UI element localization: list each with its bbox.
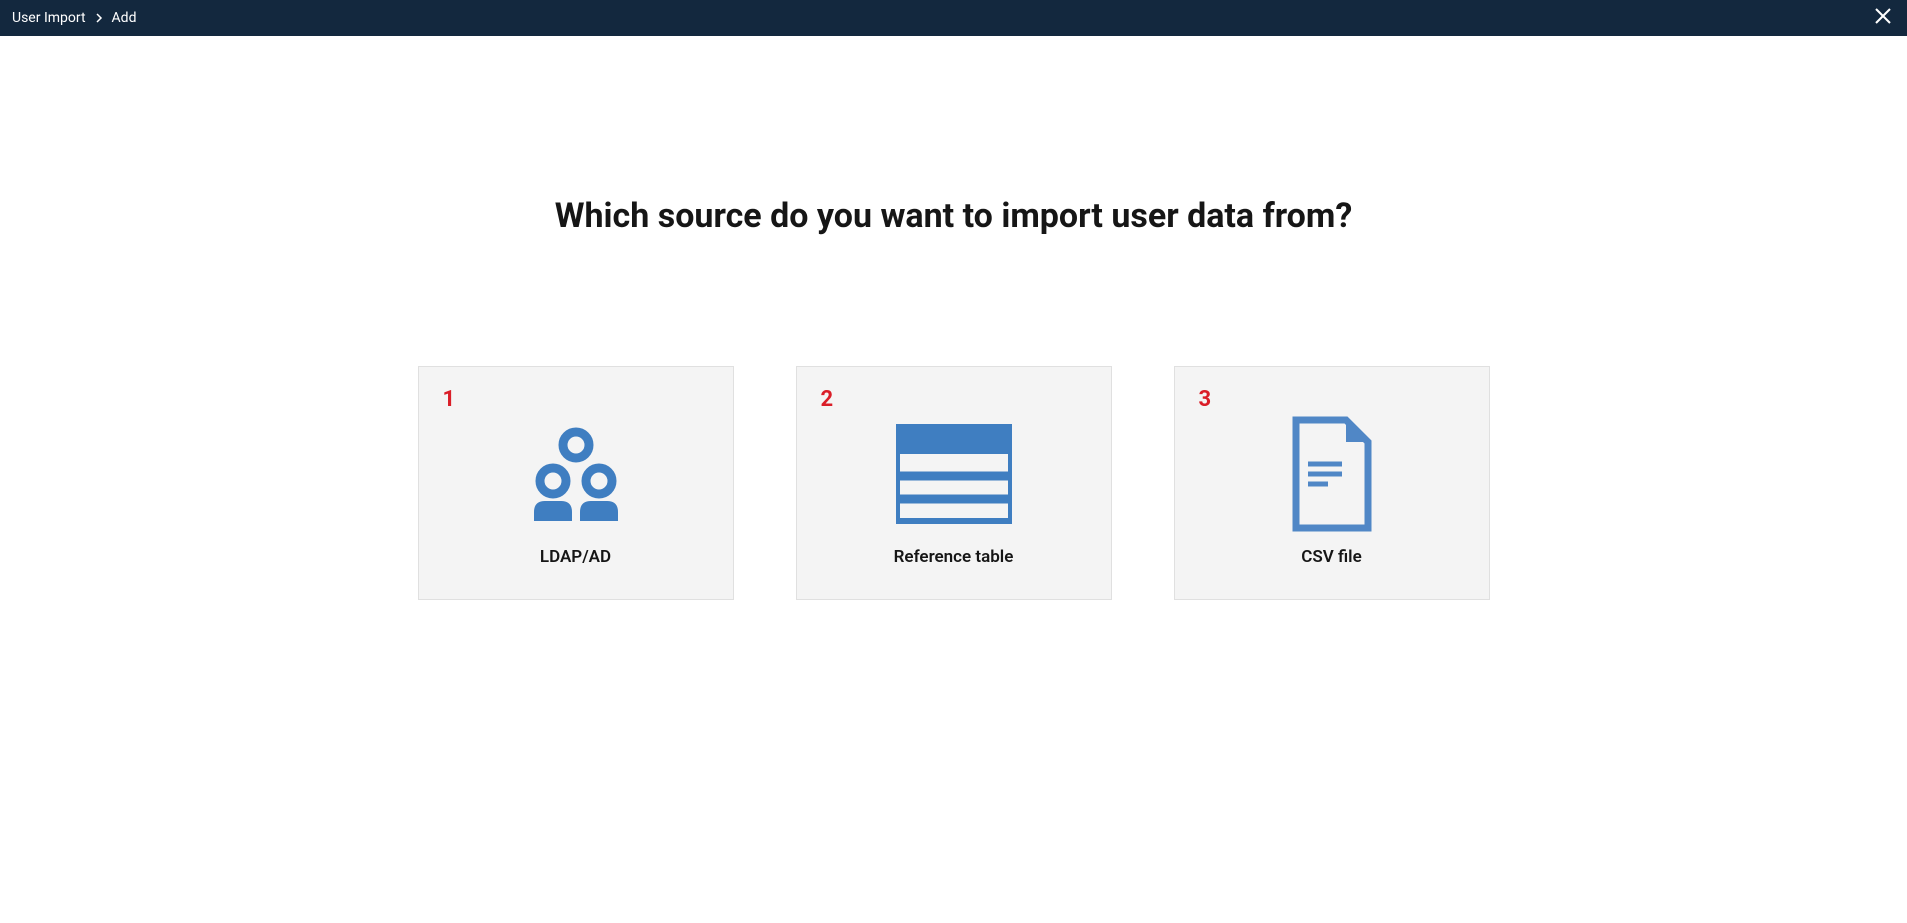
file-icon <box>1292 419 1372 529</box>
source-card-ldap[interactable]: 1 LDAP/AD <box>418 366 734 600</box>
card-label: Reference table <box>894 547 1014 567</box>
card-number: 3 <box>1199 387 1212 412</box>
source-card-csv[interactable]: 3 CSV file <box>1174 366 1490 600</box>
breadcrumb: User Import Add <box>12 10 136 26</box>
main-content: Which source do you want to import user … <box>0 36 1907 600</box>
card-number: 1 <box>443 387 456 412</box>
card-label: LDAP/AD <box>540 547 611 567</box>
people-icon <box>521 419 631 529</box>
table-icon <box>896 419 1012 529</box>
page-title: Which source do you want to import user … <box>555 196 1353 236</box>
header-bar: User Import Add <box>0 0 1907 36</box>
close-icon <box>1874 7 1892 29</box>
close-button[interactable] <box>1871 6 1895 30</box>
chevron-right-icon <box>94 13 104 23</box>
source-card-reference-table[interactable]: 2 Reference table <box>796 366 1112 600</box>
card-label: CSV file <box>1301 547 1361 567</box>
breadcrumb-current: Add <box>112 10 137 26</box>
cards-container: 1 LDAP/AD 2 <box>418 366 1490 600</box>
breadcrumb-parent[interactable]: User Import <box>12 10 86 26</box>
card-number: 2 <box>821 387 834 412</box>
